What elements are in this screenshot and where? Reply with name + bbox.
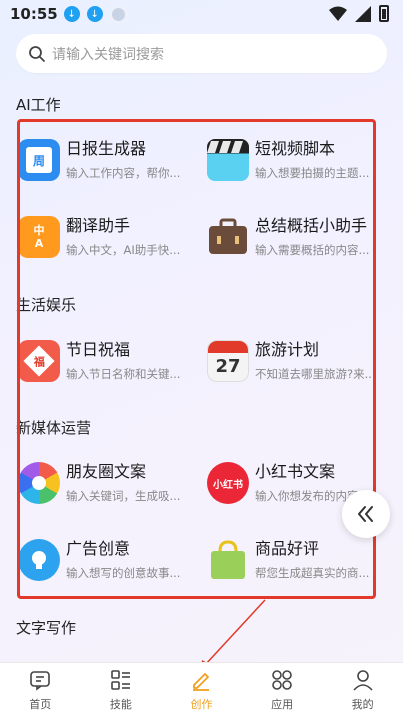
collapse-button[interactable]: [342, 490, 390, 538]
fu-icon-label: 福: [33, 355, 45, 368]
briefcase-icon: [207, 216, 249, 258]
nav-item-me[interactable]: 我的: [322, 663, 403, 716]
search-placeholder: 请输入关键词搜索: [52, 46, 164, 63]
card-title: 朋友圈文案: [66, 462, 147, 481]
clapperboard-stripes: [207, 141, 243, 153]
fu-icon: 福: [18, 340, 60, 382]
pencil-icon: [193, 673, 210, 691]
card-title: 商品好评: [255, 539, 320, 558]
home-icon: [30, 671, 51, 691]
card-translate[interactable]: 中 A 翻译助手 输入中文，AI助手快...: [18, 216, 191, 258]
card-summary[interactable]: 总结概括小助手 输入需要概括的内容...: [207, 216, 380, 258]
wifi-icon: [329, 6, 347, 21]
translate-icon-zh: 中: [33, 224, 45, 237]
status-bar: 10:55 ↓ ↓: [0, 0, 403, 28]
section-title-life: 生活娱乐: [16, 296, 77, 314]
calendar-icon: 周: [18, 139, 60, 181]
shopping-bag-icon: [207, 539, 249, 581]
battery-icon: [379, 5, 389, 22]
apps-icon: [272, 670, 292, 690]
skills-icon: [111, 670, 130, 690]
card-desc: 输入中文，AI助手快...: [66, 243, 181, 257]
search-icon: [29, 45, 45, 62]
card-title: 节日祝福: [66, 340, 131, 359]
app-notification-icon: [109, 5, 127, 23]
card-short-video[interactable]: 短视频脚本 输入想要拍摄的主题...: [207, 139, 380, 181]
card-title: 翻译助手: [66, 216, 131, 235]
card-title: 小红书文案: [255, 462, 336, 481]
calendar-icon-label: 周: [26, 147, 52, 173]
card-title: 旅游计划: [255, 340, 320, 359]
lightbulb-icon: [18, 539, 60, 581]
nav-label: 首页: [29, 698, 52, 711]
download-icon: ↓: [63, 6, 80, 22]
signal-icon: [355, 5, 371, 22]
chevron-left-icon: [358, 506, 373, 522]
nav-label: 应用: [271, 698, 294, 711]
card-holiday[interactable]: 福 节日祝福 输入节日名称和关键...: [18, 340, 191, 382]
status-time: 10:55: [10, 5, 58, 23]
aperture-icon: [18, 462, 60, 504]
download-icon-2: ↓: [86, 6, 103, 22]
card-desc: 输入需要概括的内容...: [255, 243, 370, 257]
xiaohongshu-icon: 小红书: [207, 462, 249, 504]
card-review[interactable]: 商品好评 帮您生成超真实的商...: [207, 539, 380, 581]
card-title: 日报生成器: [66, 139, 147, 158]
user-icon: [353, 670, 373, 691]
card-title: 总结概括小助手: [255, 216, 368, 235]
nav-item-home[interactable]: 首页: [0, 663, 81, 716]
nav-label: 技能: [109, 698, 132, 711]
card-desc: 帮您生成超真实的商...: [255, 566, 370, 580]
nav-item-skills[interactable]: 技能: [81, 663, 162, 716]
card-desc: 输入节日名称和关键...: [66, 367, 181, 381]
clapperboard-icon: [207, 139, 249, 181]
card-ad[interactable]: 广告创意 输入想写的创意故事...: [18, 539, 191, 581]
translate-icon-a: A: [34, 237, 44, 250]
bottom-nav: 首页 技能 创作 应用 我的: [0, 662, 403, 716]
card-moments[interactable]: 朋友圈文案 输入关键词，生成吸...: [18, 462, 191, 504]
card-daily-report[interactable]: 周 日报生成器 输入工作内容，帮你...: [18, 139, 191, 181]
card-desc: 输入想写的创意故事...: [66, 566, 181, 580]
translate-icon: 中 A: [18, 216, 60, 258]
nav-label: 我的: [351, 698, 374, 711]
nav-item-create[interactable]: 创作: [161, 663, 242, 716]
nav-label: 创作: [190, 698, 213, 711]
card-desc: 输入想要拍摄的主题...: [255, 166, 370, 180]
card-desc: 输入工作内容，帮你...: [66, 166, 181, 180]
calendar-date-icon: 27: [207, 340, 249, 382]
card-travel[interactable]: 27 旅游计划 不知道去哪里旅游?来...: [207, 340, 380, 382]
section-title-writing: 文字写作: [16, 619, 77, 637]
xiaohongshu-icon-label: 小红书: [213, 479, 243, 491]
search-bar[interactable]: 请输入关键词搜索: [16, 34, 387, 73]
card-desc: 不知道去哪里旅游?来...: [255, 367, 376, 381]
calendar-date-label: 27: [215, 356, 241, 377]
section-title-ai-work: AI工作: [16, 96, 61, 114]
nav-item-apps[interactable]: 应用: [242, 663, 323, 716]
card-title: 短视频脚本: [255, 139, 336, 158]
card-title: 广告创意: [66, 539, 131, 558]
card-desc: 输入关键词，生成吸...: [66, 489, 181, 503]
section-title-media: 新媒体运营: [16, 419, 92, 437]
